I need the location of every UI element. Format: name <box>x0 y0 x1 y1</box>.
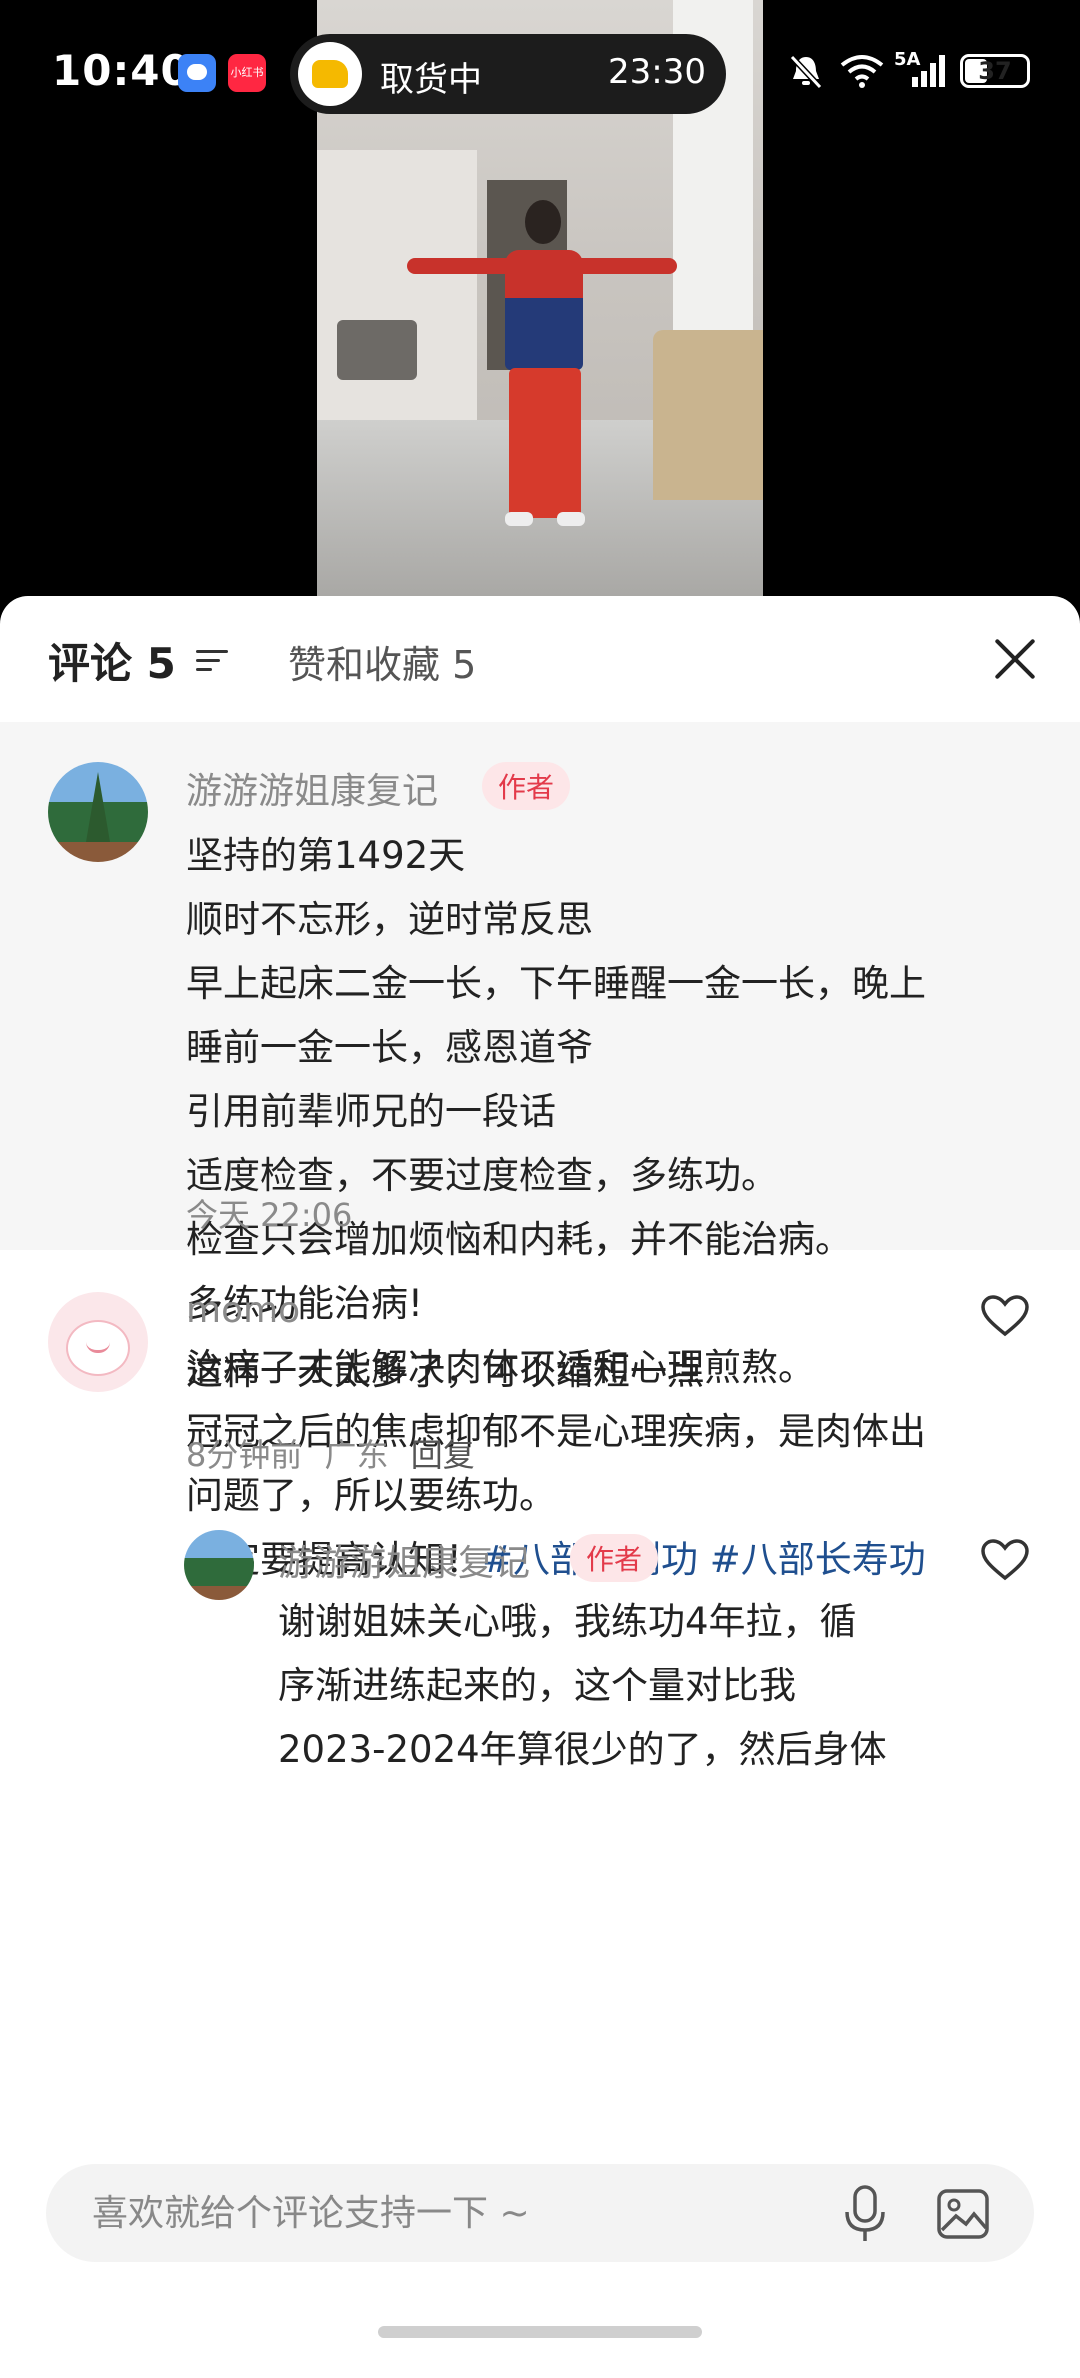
tab-likes-collects[interactable]: 赞和收藏 5 <box>288 634 476 689</box>
reply-username[interactable]: 游游游姐康复记 <box>278 1534 530 1586</box>
comment-meta: 8分钟前 广东 回复 <box>186 1430 475 1476</box>
wifi-icon <box>840 53 884 89</box>
avatar[interactable] <box>184 1530 254 1600</box>
comment-location: 广东 <box>324 1436 389 1474</box>
comment-username[interactable]: momo <box>186 1290 300 1331</box>
delivery-live-activity[interactable]: 取货中 23:30 <box>290 34 726 114</box>
like-heart-icon[interactable] <box>980 1538 1030 1582</box>
xiaohongshu-app-icon: 小红书 <box>228 54 266 92</box>
chat-app-icon <box>178 54 216 92</box>
avatar[interactable] <box>48 762 148 862</box>
comment-line: 睡前一金一长，感恩道爷 <box>186 1026 593 1069</box>
delivery-status: 取货中 <box>380 60 482 100</box>
sheet-header: 评论 5 赞和收藏 5 <box>0 596 1080 722</box>
cellular-signal-icon: 5A <box>894 49 946 89</box>
tab-comments-label: 评论 5 <box>48 639 176 688</box>
like-heart-icon[interactable] <box>980 1294 1030 1338</box>
comment-item[interactable]: momo 这样一天太多了，可以缩短一点 8分钟前 广东 回复 <box>0 1250 1080 1530</box>
tab-comments[interactable]: 评论 5 <box>48 630 228 691</box>
clock: 10:40 <box>52 46 191 95</box>
comments-sheet: 评论 5 赞和收藏 5 游游游姐康复记 作者 坚持的第1492天 顺时不忘形，逆… <box>0 596 1080 2378</box>
sort-filter-icon[interactable] <box>195 648 228 674</box>
reply-line: 2023-2024年算很少的了，然后身体 <box>278 1728 887 1771</box>
delivery-scooter-icon <box>298 42 362 106</box>
comment-time: 8分钟前 <box>186 1436 303 1474</box>
reply-text: 谢谢姐妹关心哦，我练功4年拉，循 序渐进练起来的，这个量对比我 2023-202… <box>278 1590 1038 1782</box>
image-picker-icon[interactable] <box>936 2188 990 2240</box>
comment-input-bar <box>0 2144 1080 2378</box>
status-icons: 5A 37 <box>786 46 1030 96</box>
comment-line: 顺时不忘形，逆时常反思 <box>186 898 593 941</box>
status-bar: 10:40 小红书 取货中 23:30 5A 37 <box>0 0 1080 146</box>
close-icon[interactable] <box>992 636 1038 682</box>
comment-line: 早上起床二金一长，下午睡醒一金一长，晚上 <box>186 962 926 1005</box>
comment-text: 这样一天太多了，可以缩短一点 <box>186 1350 704 1393</box>
author-badge: 作者 <box>482 762 571 810</box>
avatar[interactable] <box>48 1292 148 1392</box>
comment-username[interactable]: 游游游姐康复记 <box>186 762 438 814</box>
comment-time: 今天 22:06 <box>186 1196 353 1234</box>
comment-line: 坚持的第1492天 <box>186 834 466 877</box>
home-indicator[interactable] <box>378 2326 702 2338</box>
mute-bell-icon <box>786 53 826 90</box>
battery-icon: 37 <box>960 54 1030 88</box>
battery-level: 37 <box>978 57 1012 85</box>
comment-line: 引用前辈师兄的一段话 <box>186 1090 556 1133</box>
delivery-time: 23:30 <box>608 52 706 92</box>
reply-item[interactable]: 游游游姐康复记 作者 谢谢姐妹关心哦，我练功4年拉，循 序渐进练起来的，这个量对… <box>0 1530 1080 1790</box>
microphone-icon[interactable] <box>840 2184 890 2244</box>
reply-button[interactable]: 回复 <box>411 1436 475 1474</box>
author-badge: 作者 <box>570 1534 659 1582</box>
reply-line: 序渐进练起来的，这个量对比我 <box>278 1664 796 1707</box>
pinned-author-comment[interactable]: 游游游姐康复记 作者 坚持的第1492天 顺时不忘形，逆时常反思 早上起床二金一… <box>0 722 1080 1581</box>
reply-line: 谢谢姐妹关心哦，我练功4年拉，循 <box>278 1600 857 1643</box>
